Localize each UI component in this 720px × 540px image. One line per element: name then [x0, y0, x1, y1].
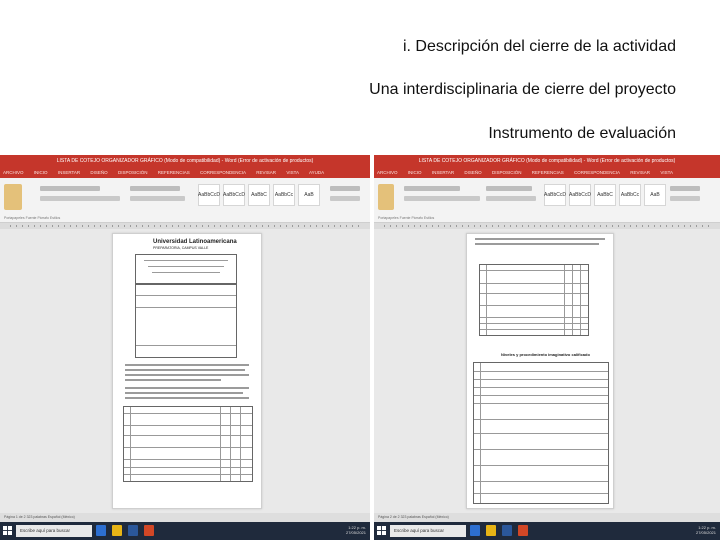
style-heading-1[interactable]: AaBbC — [594, 184, 616, 206]
paragraph-row[interactable] — [130, 186, 180, 191]
paste-icon[interactable] — [378, 184, 394, 210]
find-button[interactable] — [330, 186, 360, 191]
tab-referencias[interactable]: REFERENCIAS — [158, 170, 190, 175]
taskbar: Escribe aquí para buscar 1:22 p. m. 27/0… — [0, 522, 370, 540]
style-gallery[interactable]: AaBbCcD AaBbCcD AaBbC AaBbCc AaB — [544, 184, 666, 206]
replace-button[interactable] — [330, 196, 360, 201]
replace-button[interactable] — [670, 196, 700, 201]
style-no-spacing[interactable]: AaBbCcD — [223, 184, 245, 206]
tab-insertar[interactable]: INSERTAR — [58, 170, 80, 175]
ribbon-group-labels: Portapapeles Fuente Párrafo Estilos — [4, 216, 61, 220]
style-no-spacing[interactable]: AaBbCcD — [569, 184, 591, 206]
taskbar-search-input[interactable]: Escribe aquí para buscar — [16, 525, 92, 537]
tab-correspondencia[interactable]: CORRESPONDENCIA — [574, 170, 620, 175]
edge-icon[interactable] — [96, 525, 106, 536]
ruler — [0, 223, 370, 229]
style-heading-2[interactable]: AaBbCc — [273, 184, 295, 206]
tab-ayuda[interactable]: AYUDA — [309, 170, 324, 175]
tab-disposicion[interactable]: DISPOSICIÓN — [118, 170, 148, 175]
style-heading-2[interactable]: AaBbCc — [619, 184, 641, 206]
window-title-bar: LISTA DE COTEJO ORGANIZADOR GRÁFICO (Mod… — [0, 155, 370, 168]
tab-archivo[interactable]: ARCHIVO — [377, 170, 398, 175]
ribbon-group-labels: Portapapeles Fuente Párrafo Estilos — [378, 216, 435, 220]
file-explorer-icon[interactable] — [486, 525, 496, 536]
tab-inicio[interactable]: INICIO — [34, 170, 48, 175]
tab-archivo[interactable]: ARCHIVO — [3, 170, 24, 175]
find-button[interactable] — [670, 186, 700, 191]
window-title-bar: LISTA DE COTEJO ORGANIZADOR GRÁFICO (Mod… — [374, 155, 720, 168]
tab-vista[interactable]: VISTA — [286, 170, 299, 175]
system-clock[interactable]: 1:22 p. m. 27/05/2021 — [696, 525, 716, 535]
word-window-left: LISTA DE COTEJO ORGANIZADOR GRÁFICO (Mod… — [0, 155, 370, 540]
paragraph-row[interactable] — [486, 186, 532, 191]
font-name-box[interactable] — [404, 186, 460, 191]
ribbon-tabs: ARCHIVO INICIO INSERTAR DISEÑO DISPOSICI… — [374, 168, 720, 178]
powerpoint-icon[interactable] — [144, 525, 154, 536]
font-format-row[interactable] — [40, 196, 120, 201]
doc-campus-subtitle: PREPARATORIA, CAMPUS VALLE — [153, 246, 209, 250]
style-title[interactable]: AaB — [298, 184, 320, 206]
word-icon[interactable] — [128, 525, 138, 536]
tab-correspondencia[interactable]: CORRESPONDENCIA — [200, 170, 246, 175]
font-format-row[interactable] — [404, 196, 480, 201]
heading-interdisciplinary: Una interdisciplinaria de cierre del pro… — [369, 81, 676, 98]
doc-checklist-table — [479, 264, 589, 336]
tab-insertar[interactable]: INSERTAR — [432, 170, 454, 175]
document-page: Niveles y procedimiento imaginativo cali… — [466, 233, 614, 509]
powerpoint-icon[interactable] — [518, 525, 528, 536]
doc-section-heading: Niveles y procedimiento imaginativo cali… — [501, 352, 590, 357]
file-explorer-icon[interactable] — [112, 525, 122, 536]
ribbon: AaBbCcD AaBbCcD AaBbC AaBbCc AaB Portapa… — [0, 178, 370, 223]
system-clock[interactable]: 1:22 p. m. 27/05/2021 — [346, 525, 366, 535]
word-icon[interactable] — [502, 525, 512, 536]
style-title[interactable]: AaB — [644, 184, 666, 206]
heading-description: i. Descripción del cierre de la activida… — [402, 38, 676, 55]
tab-inicio[interactable]: INICIO — [408, 170, 422, 175]
style-normal[interactable]: AaBbCcD — [198, 184, 220, 206]
edge-icon[interactable] — [470, 525, 480, 536]
tab-vista[interactable]: VISTA — [660, 170, 673, 175]
status-bar: Página 2 de 2 323 palabras Español (Méxi… — [374, 513, 720, 522]
windows-start-icon[interactable] — [3, 526, 12, 535]
doc-checklist-table — [123, 406, 253, 482]
tab-diseno[interactable]: DISEÑO — [464, 170, 481, 175]
taskbar-search-input[interactable]: Escribe aquí para buscar — [390, 525, 466, 537]
style-normal[interactable]: AaBbCcD — [544, 184, 566, 206]
tab-disposicion[interactable]: DISPOSICIÓN — [492, 170, 522, 175]
alignment-row[interactable] — [486, 196, 536, 201]
windows-start-icon[interactable] — [377, 526, 386, 535]
ruler — [374, 223, 720, 229]
style-heading-1[interactable]: AaBbC — [248, 184, 270, 206]
tab-referencias[interactable]: REFERENCIAS — [532, 170, 564, 175]
word-window-right: LISTA DE COTEJO ORGANIZADOR GRÁFICO (Mod… — [374, 155, 720, 540]
status-bar: Página 1 de 2 323 palabras Español (Méxi… — [0, 513, 370, 522]
tab-revisar[interactable]: REVISAR — [630, 170, 650, 175]
alignment-row[interactable] — [130, 196, 185, 201]
tab-revisar[interactable]: REVISAR — [256, 170, 276, 175]
heading-instrument: Instrumento de evaluación — [488, 125, 676, 142]
font-name-box[interactable] — [40, 186, 100, 191]
doc-header-table — [135, 254, 237, 284]
style-gallery[interactable]: AaBbCcD AaBbCcD AaBbC AaBbCc AaB — [198, 184, 320, 206]
tab-diseno[interactable]: DISEÑO — [90, 170, 107, 175]
ribbon-tabs: ARCHIVO INICIO INSERTAR DISEÑO DISPOSICI… — [0, 168, 370, 178]
doc-university-title: Universidad Latinoamericana — [153, 239, 237, 245]
document-page: Universidad Latinoamericana PREPARATORIA… — [112, 233, 262, 509]
doc-student-info-table — [135, 284, 237, 358]
ribbon: AaBbCcD AaBbCcD AaBbC AaBbCc AaB Portapa… — [374, 178, 720, 223]
doc-criteria-table — [473, 362, 609, 504]
taskbar: Escribe aquí para buscar 1:22 p. m. 27/0… — [374, 522, 720, 540]
paste-icon[interactable] — [4, 184, 22, 210]
